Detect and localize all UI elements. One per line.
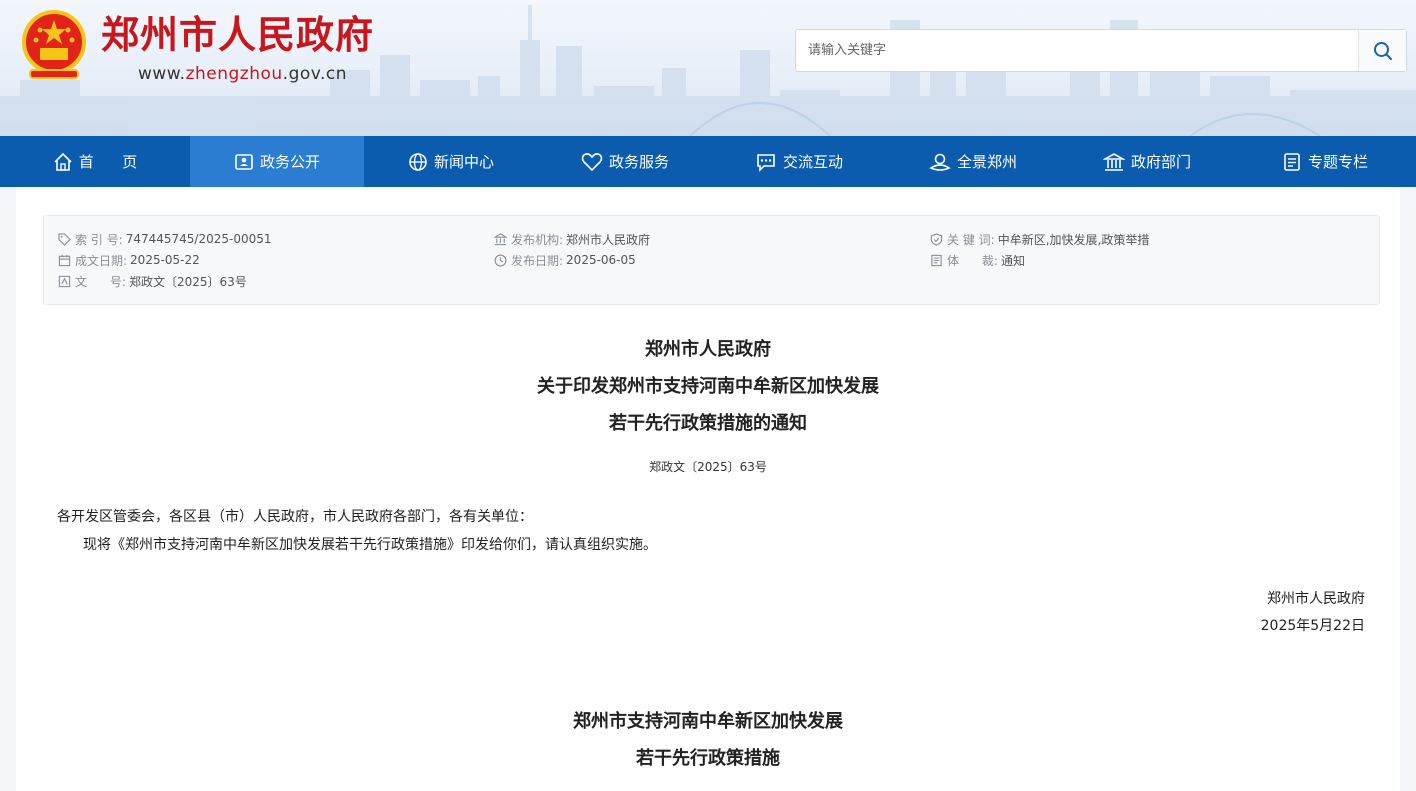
meta-pubdate-label: 发布日期: bbox=[511, 253, 564, 268]
shield-check-icon bbox=[930, 232, 943, 246]
meta-doc-number: 文 号: 郑政文〔2025〕63号 bbox=[58, 273, 247, 289]
main-nav: 首 页 政务公开 新闻中心 政务服务 交流互动 全景郑州 政府部门 专题专栏 bbox=[0, 136, 1416, 187]
nav-departments[interactable]: 政府部门 bbox=[1060, 136, 1234, 187]
meta-index-label: 索 引 号: bbox=[75, 232, 123, 247]
doc-sign-date: 2025年5月22日 bbox=[1260, 618, 1365, 634]
meta-created-date: 成文日期: 2025-05-22 bbox=[58, 252, 200, 268]
nav-special-columns-label: 专题专栏 bbox=[1307, 153, 1368, 171]
national-emblem-icon bbox=[22, 10, 86, 79]
meta-docno-value: 郑政文〔2025〕63号 bbox=[128, 274, 247, 289]
search-box bbox=[795, 29, 1407, 72]
attachment-title-line-1: 郑州市支持河南中牟新区加快发展 bbox=[573, 711, 843, 732]
meta-index-value: 747445745/2025-00051 bbox=[125, 232, 272, 246]
nav-panorama[interactable]: 全景郑州 bbox=[886, 136, 1060, 187]
doc-sign-org: 郑州市人民政府 bbox=[1267, 591, 1365, 607]
nav-departments-label: 政府部门 bbox=[1130, 153, 1191, 171]
id-card-icon bbox=[235, 153, 253, 170]
globe-icon bbox=[409, 152, 427, 171]
search-input[interactable] bbox=[796, 30, 1358, 71]
site-url: www.zhengzhou.gov.cn bbox=[138, 64, 347, 84]
nav-special-columns[interactable]: 专题专栏 bbox=[1234, 136, 1416, 187]
meta-created-value: 2025-05-22 bbox=[130, 253, 200, 267]
panorama-icon bbox=[929, 153, 951, 171]
meta-genre: 体 裁: 通知 bbox=[930, 252, 1025, 268]
doc-title-line-2: 关于印发郑州市支持河南中牟新区加快发展 bbox=[537, 376, 879, 397]
institution-icon bbox=[494, 232, 507, 245]
meta-docno-label: 文 号: bbox=[75, 274, 126, 289]
meta-keywords-label: 关 键 词: bbox=[947, 232, 995, 247]
chat-icon bbox=[757, 153, 775, 172]
home-icon bbox=[54, 152, 72, 171]
nav-home-label: 首 页 bbox=[78, 153, 138, 171]
nav-interaction[interactable]: 交流互动 bbox=[712, 136, 886, 187]
clock-icon bbox=[494, 254, 507, 266]
nav-interaction-label: 交流互动 bbox=[782, 153, 843, 171]
nav-government-affairs-label: 政务公开 bbox=[259, 153, 320, 171]
calendar-icon bbox=[58, 254, 71, 266]
meta-keywords: 关 键 词: 中牟新区,加快发展,政策举措 bbox=[930, 231, 1149, 247]
meta-issuer: 发布机构: 郑州市人民政府 bbox=[494, 231, 650, 247]
site-header: 郑州市人民政府 www.zhengzhou.gov.cn bbox=[0, 0, 1416, 136]
document-icon bbox=[58, 275, 71, 287]
search-button[interactable] bbox=[1358, 30, 1406, 71]
nav-services-label: 政务服务 bbox=[608, 153, 669, 171]
meta-genre-value: 通知 bbox=[1000, 253, 1025, 268]
nav-government-affairs[interactable]: 政务公开 bbox=[190, 136, 364, 187]
url-prefix: www. bbox=[138, 64, 186, 84]
article-content: 索 引 号: 747445745/2025-00051 成文日期: 2025-0… bbox=[16, 187, 1400, 791]
meta-genre-label: 体 裁: bbox=[947, 253, 998, 268]
doc-title-line-1: 郑州市人民政府 bbox=[645, 339, 771, 360]
attachment-title-line-2: 若干先行政策措施 bbox=[636, 748, 780, 769]
url-suffix: .gov.cn bbox=[282, 64, 348, 84]
nav-news-label: 新闻中心 bbox=[433, 153, 494, 171]
nav-services[interactable]: 政务服务 bbox=[538, 136, 712, 187]
list-document-icon bbox=[931, 254, 942, 266]
doc-salutation: 各开发区管委会，各区县（市）人民政府，市人民政府各部门，各有关单位： bbox=[57, 509, 533, 525]
column-icon bbox=[1284, 152, 1300, 171]
meta-issuer-value: 郑州市人民政府 bbox=[566, 232, 651, 247]
document-metadata: 索 引 号: 747445745/2025-00051 成文日期: 2025-0… bbox=[43, 215, 1380, 305]
nav-home[interactable]: 首 页 bbox=[0, 136, 190, 187]
nav-news[interactable]: 新闻中心 bbox=[364, 136, 538, 187]
doc-title-line-3: 若干先行政策措施的通知 bbox=[609, 413, 807, 434]
meta-issuer-label: 发布机构: bbox=[511, 232, 564, 247]
meta-pubdate-value: 2025-06-05 bbox=[566, 253, 636, 267]
heart-icon bbox=[581, 152, 603, 171]
site-title: 郑州市人民政府 bbox=[101, 12, 375, 57]
doc-body: 现将《郑州市支持河南中牟新区加快发展若干先行政策措施》印发给你们，请认真组织实施… bbox=[83, 537, 657, 553]
building-icon bbox=[1102, 152, 1125, 171]
tag-icon bbox=[58, 232, 71, 246]
meta-created-label: 成文日期: bbox=[75, 253, 128, 268]
url-highlight: zhengzhou bbox=[185, 64, 283, 84]
doc-number: 郑政文〔2025〕63号 bbox=[649, 460, 767, 474]
meta-index: 索 引 号: 747445745/2025-00051 bbox=[58, 231, 272, 247]
meta-publish-date: 发布日期: 2025-06-05 bbox=[494, 252, 636, 268]
nav-panorama-label: 全景郑州 bbox=[956, 153, 1017, 171]
meta-keywords-value: 中牟新区,加快发展,政策举措 bbox=[997, 232, 1150, 247]
search-icon bbox=[1373, 41, 1392, 60]
